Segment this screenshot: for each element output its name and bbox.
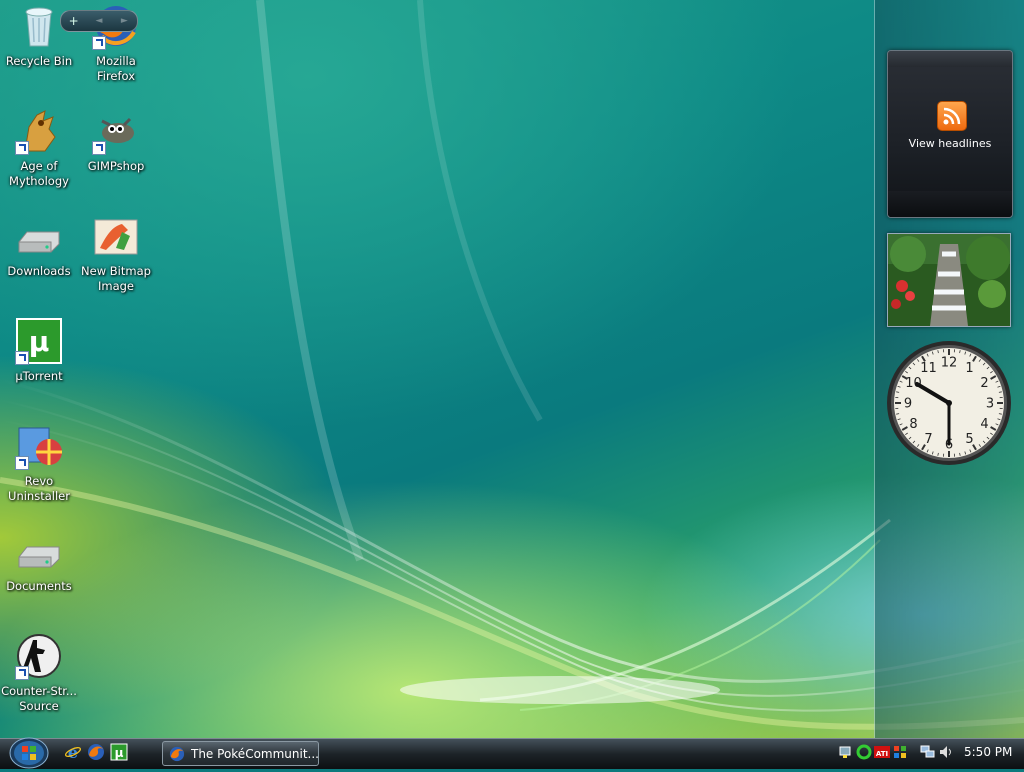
desktop-icon-revo-uninstaller[interactable]: RevoUninstaller — [0, 422, 78, 504]
volume-icon[interactable] — [938, 744, 954, 760]
desktop-icon-label: RevoUninstaller — [0, 474, 78, 504]
utorrent-icon[interactable]: µ — [110, 743, 128, 761]
shortcut-arrow-icon — [92, 36, 106, 50]
shortcut-arrow-icon — [15, 351, 29, 365]
firefox-icon — [169, 746, 185, 762]
clock-number: 8 — [909, 417, 917, 432]
clock-number: 7 — [924, 432, 932, 447]
rss-icon — [937, 101, 967, 131]
sidebar-controls: + ◄ ► — [60, 10, 138, 32]
network-status-icon[interactable] — [838, 744, 854, 760]
shortcut-arrow-icon — [92, 141, 106, 155]
desktop-icon-downloads[interactable]: Downloads — [0, 212, 78, 279]
desktop-icon-label: Documents — [0, 579, 78, 594]
svg-text:µ: µ — [115, 746, 124, 760]
windows-start-orb[interactable] — [8, 737, 50, 769]
svg-text:ATI: ATI — [876, 750, 888, 758]
taskbar-button-label: The PokéCommunit... — [191, 747, 318, 761]
desktop-icon-label: Age ofMythology — [0, 159, 78, 189]
clock-number: 12 — [941, 356, 958, 371]
clock-number: 9 — [904, 397, 912, 412]
counter-strike-icon — [15, 632, 63, 680]
clock-number: 2 — [980, 376, 988, 391]
slideshow-gadget[interactable] — [887, 233, 1011, 327]
gimpshop-icon — [92, 107, 140, 155]
desktop-icon-documents[interactable]: Documents — [0, 527, 78, 594]
clock-number: 1 — [965, 361, 973, 376]
desktop-icon-label: Recycle Bin — [0, 54, 78, 69]
shortcut-arrow-icon — [15, 456, 29, 470]
desktop-icon-label: MozillaFirefox — [77, 54, 155, 84]
view-headlines-link[interactable]: View headlines — [888, 137, 1012, 150]
previous-page-button[interactable]: ◄ — [86, 16, 111, 26]
clock-number: 3 — [986, 397, 994, 412]
waterfall-photo — [888, 234, 1010, 326]
desktop-icon-label: Downloads — [0, 264, 78, 279]
desktop-icon-counter-strike-source[interactable]: Counter-Str...Source — [0, 632, 78, 714]
internet-explorer-icon[interactable]: e — [64, 743, 82, 761]
shortcut-arrow-icon — [15, 141, 29, 155]
revo-uninstaller-icon — [15, 422, 63, 470]
clock-number: 11 — [920, 361, 937, 376]
green-circle-icon[interactable] — [856, 744, 872, 760]
desktop-icon-new-bitmap-image[interactable]: New BitmapImage — [77, 212, 155, 294]
next-page-button[interactable]: ► — [112, 16, 137, 26]
svg-text:µ: µ — [29, 325, 50, 358]
utorrent-icon: µ — [15, 317, 63, 365]
recycle-bin-icon — [15, 2, 63, 50]
clock-number: 5 — [965, 432, 973, 447]
gadget-header — [888, 51, 1012, 67]
shortcut-arrow-icon — [15, 666, 29, 680]
ati-icon[interactable]: ATI — [874, 744, 890, 760]
drive-icon — [15, 527, 63, 575]
desktop-icon-age-of-mythology[interactable]: Age ofMythology — [0, 107, 78, 189]
feed-headlines-gadget[interactable]: View headlines — [887, 50, 1013, 218]
desktop-icon-label: µTorrent — [0, 369, 78, 384]
windows-flag-icon[interactable] — [892, 744, 908, 760]
taskbar-clock[interactable]: 5:50 PM — [964, 745, 1012, 759]
clock-number: 4 — [980, 417, 988, 432]
clock-gadget[interactable]: 121234567891011 — [886, 340, 1012, 466]
desktop-icon-label: Counter-Str...Source — [0, 684, 78, 714]
taskbar-button-pokecommunity[interactable]: The PokéCommunit... — [162, 741, 319, 766]
desktop-icon-gimpshop[interactable]: GIMPshop — [77, 107, 155, 174]
network-icon[interactable] — [920, 744, 936, 760]
desktop-icon-label: GIMPshop — [77, 159, 155, 174]
add-gadget-button[interactable]: + — [61, 14, 86, 28]
firefox-icon[interactable] — [87, 743, 105, 761]
bitmap-image-icon — [92, 212, 140, 260]
desktop-icon-utorrent[interactable]: µ µTorrent — [0, 317, 78, 384]
age-of-mythology-icon — [15, 107, 63, 155]
drive-icon — [15, 212, 63, 260]
desktop-icon-label: New BitmapImage — [77, 264, 155, 294]
gadget-footer — [888, 191, 1012, 217]
svg-text:e: e — [68, 743, 78, 761]
